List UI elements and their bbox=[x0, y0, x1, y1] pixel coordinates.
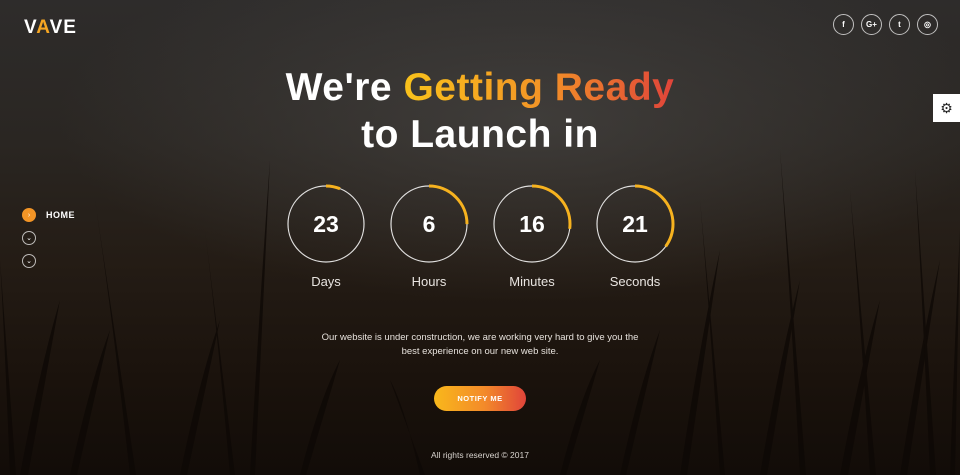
page-title: We're Getting Ready to Launch in bbox=[0, 64, 960, 158]
chevron-down-icon: ⌄ bbox=[22, 231, 36, 245]
countdown-hours: 6 Hours bbox=[389, 184, 469, 289]
instagram-icon[interactable]: ◎ bbox=[917, 14, 938, 35]
google-plus-icon[interactable]: G+ bbox=[861, 14, 882, 35]
logo[interactable]: VAVE bbox=[24, 17, 77, 39]
countdown-value: 6 bbox=[422, 211, 436, 237]
grass-blade bbox=[780, 150, 806, 475]
grass-blade bbox=[205, 230, 235, 475]
grass-blade bbox=[95, 200, 136, 475]
countdown: 23 Days 6 Hours 16 Minutes 21 Seconds bbox=[286, 184, 675, 289]
chevron-down-icon: ⌄ bbox=[22, 254, 36, 268]
grass-blade bbox=[950, 230, 960, 475]
countdown-days: 23 Days bbox=[286, 184, 366, 289]
facebook-icon[interactable]: f bbox=[833, 14, 854, 35]
countdown-ring: 21 bbox=[595, 184, 675, 264]
social-links: f G+ t ◎ bbox=[833, 14, 938, 35]
countdown-minutes: 16 Minutes bbox=[492, 184, 572, 289]
countdown-label: Hours bbox=[411, 274, 447, 289]
headline-white: We're bbox=[285, 66, 393, 109]
grass-blade bbox=[390, 380, 425, 475]
section-nav: › HOME ⌄ ⌄ bbox=[22, 208, 75, 277]
grass-blade bbox=[0, 260, 16, 475]
grass-blade bbox=[250, 160, 270, 475]
countdown-ring: 6 bbox=[389, 184, 469, 264]
countdown-label: Seconds bbox=[609, 274, 661, 289]
notify-me-button[interactable]: NOTIFY ME bbox=[434, 386, 526, 411]
nav-item-3[interactable]: ⌄ bbox=[22, 254, 75, 268]
countdown-value: 16 bbox=[519, 211, 545, 237]
grass-blade bbox=[900, 260, 940, 475]
chevron-right-icon: › bbox=[22, 208, 36, 222]
grass-blade bbox=[840, 300, 880, 475]
headline-accent: Getting Ready bbox=[403, 66, 675, 109]
twitter-icon[interactable]: t bbox=[889, 14, 910, 35]
nav-item-home[interactable]: › HOME bbox=[22, 208, 75, 222]
nav-label-home: HOME bbox=[46, 210, 75, 220]
countdown-label: Days bbox=[311, 274, 341, 289]
countdown-value: 21 bbox=[622, 211, 648, 237]
grass-blade bbox=[20, 300, 60, 475]
countdown-seconds: 21 Seconds bbox=[595, 184, 675, 289]
grass-blade bbox=[760, 280, 800, 475]
description-text: Our website is under construction, we ar… bbox=[321, 332, 639, 357]
countdown-ring: 16 bbox=[492, 184, 572, 264]
nav-item-2[interactable]: ⌄ bbox=[22, 231, 75, 245]
countdown-value: 23 bbox=[313, 211, 339, 237]
grass-blade bbox=[915, 170, 936, 475]
countdown-label: Minutes bbox=[509, 274, 555, 289]
countdown-ring: 23 bbox=[286, 184, 366, 264]
headline-line2: to Launch in bbox=[361, 113, 599, 156]
copyright-text: All rights reserved © 2017 bbox=[431, 450, 529, 460]
